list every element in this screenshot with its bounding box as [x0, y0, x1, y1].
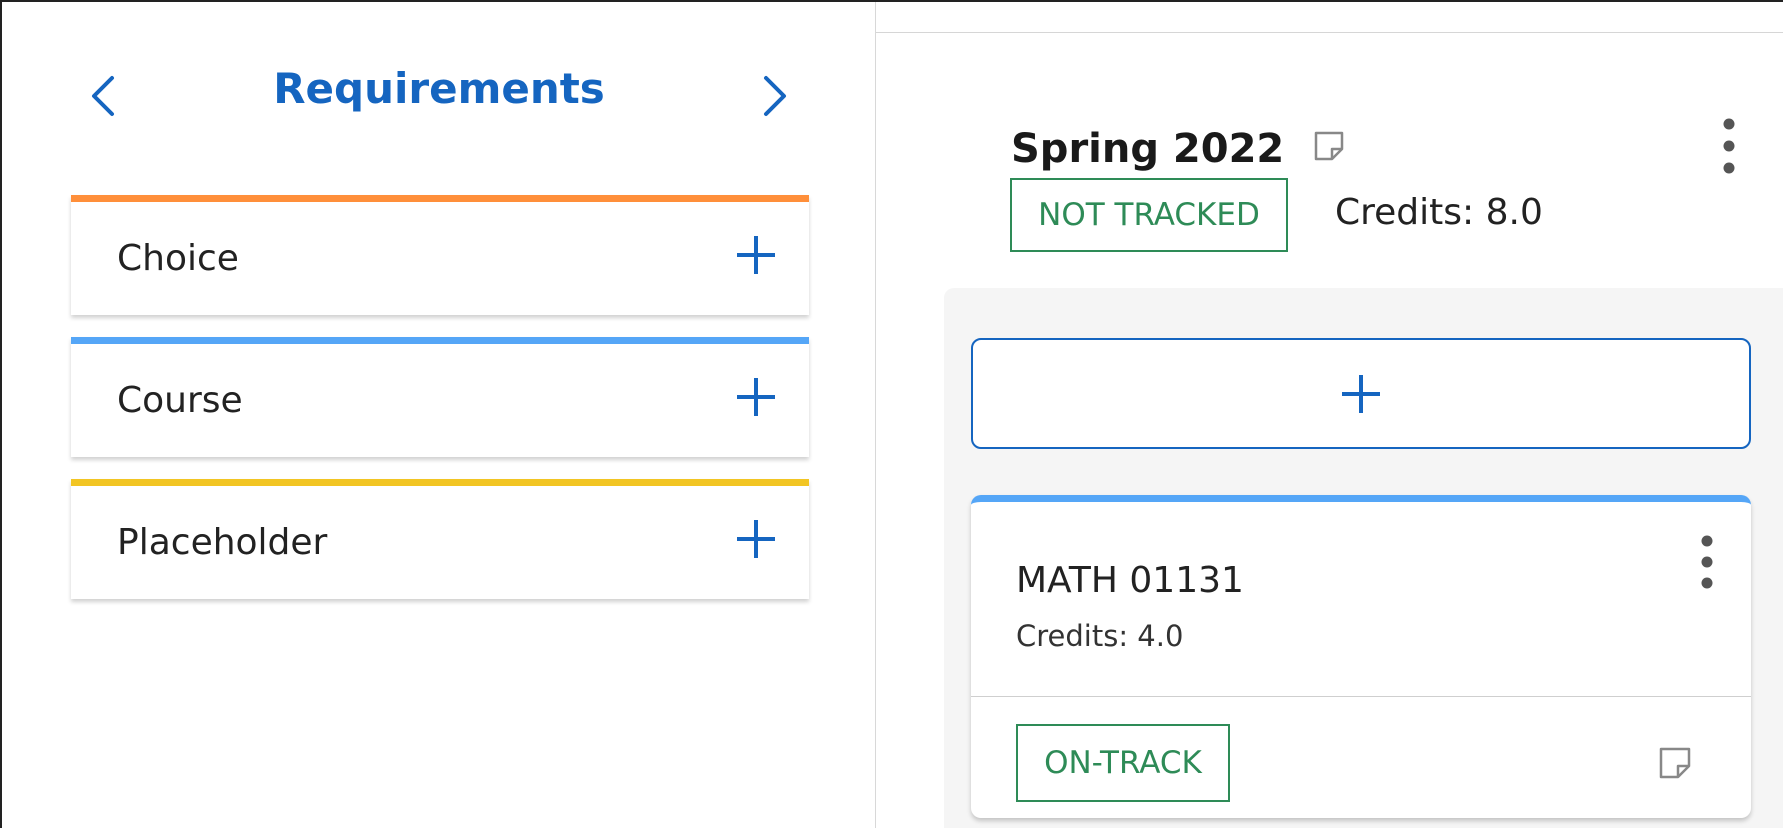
status-badge: ON-TRACK [1016, 724, 1230, 802]
plus-icon [1342, 374, 1380, 413]
plus-icon[interactable] [733, 374, 779, 420]
more-vertical-icon[interactable] [1693, 532, 1721, 592]
course-credits: Credits: 4.0 [1016, 619, 1184, 653]
requirement-card-placeholder[interactable]: Placeholder [71, 479, 809, 599]
note-icon[interactable] [1310, 127, 1348, 165]
note-icon[interactable] [1655, 743, 1695, 783]
requirement-card-course[interactable]: Course [71, 337, 809, 457]
term-course-list: MATH 01131 Credits: 4.0 ON-TRACK [944, 288, 1783, 828]
term-title: Spring 2022 [1011, 126, 1285, 172]
divider [876, 32, 1783, 33]
plus-icon[interactable] [733, 516, 779, 562]
requirements-panel: Requirements Choice Course Placeholder [2, 2, 876, 828]
more-vertical-icon[interactable] [1714, 114, 1744, 178]
requirement-label: Placeholder [117, 522, 328, 563]
status-badge: NOT TRACKED [1010, 178, 1288, 252]
requirements-header: Requirements [2, 2, 876, 182]
requirement-card-choice[interactable]: Choice [71, 195, 809, 315]
course-card[interactable]: MATH 01131 Credits: 4.0 ON-TRACK [971, 495, 1751, 818]
term-credits: Credits: 8.0 [1335, 192, 1543, 233]
add-course-button[interactable] [971, 338, 1751, 449]
chevron-right-icon[interactable] [754, 68, 794, 124]
requirements-title: Requirements [273, 64, 605, 113]
term-panel: Spring 2022 NOT TRACKED Credits: 8.0 MAT… [876, 2, 1783, 828]
requirement-label: Choice [117, 238, 239, 279]
requirement-label: Course [117, 380, 243, 421]
plus-icon[interactable] [733, 232, 779, 278]
course-code: MATH 01131 [1016, 560, 1244, 601]
divider [971, 696, 1751, 697]
